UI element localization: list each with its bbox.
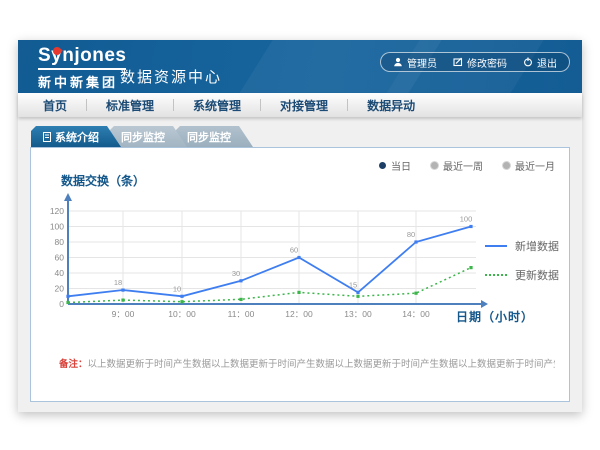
exchange-chart: 0204060801001209：0010：0011：0012：0013：001… bbox=[56, 191, 496, 341]
y-axis-title: 数据交换（条） bbox=[61, 172, 145, 189]
svg-text:60: 60 bbox=[55, 253, 65, 263]
range-option-label: 最近一月 bbox=[515, 158, 555, 173]
nav-item-connect-mgmt[interactable]: 对接管理 bbox=[261, 97, 347, 114]
svg-text:10：00: 10：00 bbox=[168, 309, 196, 319]
svg-text:9：00: 9：00 bbox=[112, 309, 135, 319]
logout-button[interactable]: 退出 bbox=[523, 55, 557, 70]
current-user-label: 管理员 bbox=[407, 55, 437, 70]
svg-text:100: 100 bbox=[460, 215, 473, 224]
legend-label: 更新数据 bbox=[515, 267, 559, 283]
svg-text:18: 18 bbox=[114, 278, 122, 287]
radio-unselected-icon bbox=[503, 162, 510, 169]
svg-text:80: 80 bbox=[407, 230, 415, 239]
range-option-last-month[interactable]: 最近一月 bbox=[503, 158, 555, 173]
footnote-prefix: 备注： bbox=[59, 359, 88, 370]
svg-text:14：00: 14：00 bbox=[402, 309, 430, 319]
tab-bar: 系统介绍 同步监控 同步监控 bbox=[31, 126, 241, 147]
legend-item-new-data: 新增数据 bbox=[485, 238, 559, 254]
tab-sync-monitor-1[interactable]: 同步监控 bbox=[109, 126, 187, 147]
svg-text:100: 100 bbox=[50, 222, 64, 232]
range-option-today[interactable]: 当日 bbox=[379, 158, 411, 173]
app-window: Synjones 新中新集团 数据资源中心 管理员 修改密码 bbox=[18, 40, 582, 412]
nav-item-data-change[interactable]: 数据异动 bbox=[348, 97, 434, 114]
brand-logo-text: Synjones bbox=[38, 45, 126, 70]
series-legend: 新增数据 更新数据 bbox=[485, 238, 559, 296]
power-icon bbox=[523, 57, 533, 67]
range-option-last-week[interactable]: 最近一周 bbox=[431, 158, 483, 173]
legend-label: 新增数据 bbox=[515, 238, 559, 254]
range-option-label: 最近一周 bbox=[443, 158, 483, 173]
user-toolbar: 管理员 修改密码 退出 bbox=[380, 52, 570, 72]
footnote: 备注：以上数据更新于时间产生数据以上数据更新于时间产生数据以上数据更新于时间产生… bbox=[59, 356, 555, 370]
range-selector: 当日 最近一周 最近一月 bbox=[379, 158, 555, 173]
svg-text:15: 15 bbox=[349, 280, 357, 289]
svg-text:11：00: 11：00 bbox=[228, 309, 255, 319]
svg-text:20: 20 bbox=[55, 284, 65, 294]
svg-text:40: 40 bbox=[55, 268, 65, 278]
current-user-button[interactable]: 管理员 bbox=[393, 55, 437, 70]
svg-text:13：00: 13：00 bbox=[344, 309, 372, 319]
nav-item-standard-mgmt[interactable]: 标准管理 bbox=[87, 97, 173, 114]
chart-panel: 当日 最近一周 最近一月 数据交换（条） 0 20 40 60 80 100 120 9：00… bbox=[30, 147, 570, 402]
brand-logo: Synjones 新中新集团 bbox=[38, 45, 126, 91]
svg-text:10: 10 bbox=[173, 284, 181, 293]
change-password-label: 修改密码 bbox=[467, 55, 507, 70]
tab-label: 同步监控 bbox=[187, 129, 231, 145]
solid-line-icon bbox=[485, 245, 507, 247]
svg-text:60: 60 bbox=[290, 246, 298, 255]
tab-system-intro[interactable]: 系统介绍 bbox=[31, 126, 121, 147]
radio-selected-icon bbox=[379, 162, 386, 169]
range-option-label: 当日 bbox=[391, 158, 411, 173]
app-header: Synjones 新中新集团 数据资源中心 管理员 修改密码 bbox=[18, 40, 582, 93]
tab-label: 系统介绍 bbox=[55, 129, 99, 145]
logout-label: 退出 bbox=[537, 55, 557, 70]
edit-icon bbox=[453, 57, 463, 67]
change-password-button[interactable]: 修改密码 bbox=[453, 55, 507, 70]
radio-unselected-icon bbox=[431, 162, 438, 169]
legend-item-update-data: 更新数据 bbox=[485, 267, 559, 283]
x-axis-title: 日期（小时） bbox=[456, 308, 534, 325]
page-title: 数据资源中心 bbox=[120, 66, 222, 87]
dotted-line-icon bbox=[485, 274, 507, 276]
document-icon bbox=[43, 132, 51, 142]
svg-text:12：00: 12：00 bbox=[285, 309, 313, 319]
svg-text:120: 120 bbox=[50, 206, 64, 216]
svg-text:30: 30 bbox=[232, 269, 240, 278]
nav-item-home[interactable]: 首页 bbox=[24, 97, 86, 114]
svg-text:80: 80 bbox=[55, 237, 65, 247]
user-icon bbox=[393, 57, 403, 67]
tab-label: 同步监控 bbox=[121, 129, 165, 145]
main-nav: 首页 标准管理 系统管理 对接管理 数据异动 bbox=[18, 93, 582, 117]
tab-sync-monitor-2[interactable]: 同步监控 bbox=[175, 126, 253, 147]
footnote-text: 以上数据更新于时间产生数据以上数据更新于时间产生数据以上数据更新于时间产生数据以… bbox=[88, 359, 555, 370]
nav-item-system-mgmt[interactable]: 系统管理 bbox=[174, 97, 260, 114]
brand-logo-subtext: 新中新集团 bbox=[38, 72, 126, 91]
svg-text:0: 0 bbox=[59, 299, 64, 309]
